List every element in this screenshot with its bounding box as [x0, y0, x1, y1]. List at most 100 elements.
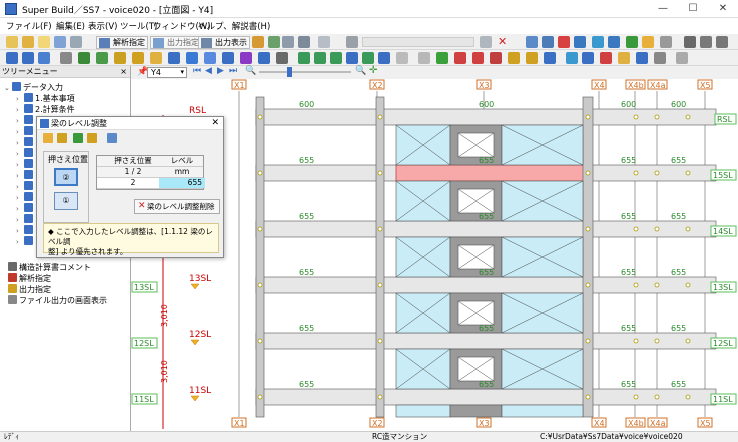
member-frame-icon[interactable] — [38, 52, 50, 64]
table-icon[interactable] — [276, 52, 288, 64]
print-preview-icon[interactable] — [70, 36, 82, 48]
column-member-icon[interactable] — [60, 52, 72, 64]
align-icon[interactable] — [378, 52, 390, 64]
frame-select[interactable]: Y4 ▾ — [147, 67, 187, 78]
tree-node-hidden-1[interactable]: › — [16, 115, 35, 125]
snap-icon[interactable] — [298, 52, 310, 64]
tree-node-hidden-8[interactable]: › — [16, 192, 35, 202]
tree-node-hidden-5[interactable]: › — [16, 159, 35, 169]
printer-icon[interactable] — [298, 36, 310, 48]
opening-member-icon[interactable] — [150, 52, 162, 64]
list-icon[interactable] — [282, 36, 294, 48]
menu-file[interactable]: ファイル(F) — [6, 20, 52, 32]
save-icon[interactable] — [54, 36, 66, 48]
load-case-icon[interactable] — [454, 52, 466, 64]
analysis-spec-button[interactable]: 解析指定 — [96, 36, 148, 49]
copy-icon[interactable] — [396, 52, 408, 64]
split-icon[interactable] — [684, 36, 696, 48]
new-icon[interactable] — [6, 36, 18, 48]
zoom-in-icon[interactable]: 🔍 — [355, 66, 366, 76]
tree-node-hidden-10[interactable]: › — [16, 214, 35, 224]
level-icon[interactable] — [346, 52, 358, 64]
pointer-icon[interactable] — [660, 36, 672, 48]
brace-member-icon[interactable] — [132, 52, 144, 64]
zoom-slider-thumb[interactable] — [287, 67, 292, 77]
tree-icon[interactable] — [608, 36, 620, 48]
rigid-icon[interactable] — [544, 52, 556, 64]
close-button[interactable]: ✕ — [708, 0, 738, 18]
tree-node-calc[interactable]: › 2.計算条件 — [16, 104, 75, 114]
prev-icon[interactable]: ◀ — [205, 66, 212, 76]
last-icon[interactable]: ⏭ — [229, 66, 237, 76]
selected-beam[interactable] — [395, 164, 585, 182]
red-tool-icon[interactable] — [472, 52, 484, 64]
cut-icon[interactable] — [418, 52, 430, 64]
menu-view[interactable]: 表示(V) — [88, 20, 117, 32]
grid-cell-position[interactable]: 2 — [107, 178, 159, 188]
first-icon[interactable]: ⏮ — [193, 66, 201, 76]
panel-icon[interactable] — [700, 36, 712, 48]
zoom-icon[interactable]: 🔍 — [245, 66, 256, 76]
undo-icon[interactable] — [346, 36, 358, 48]
tree-close-button[interactable]: × — [120, 66, 127, 78]
menu-help[interactable]: ヘルプ、解説書(H) — [198, 20, 270, 32]
slab-member-icon[interactable] — [114, 52, 126, 64]
material-icon[interactable] — [258, 52, 270, 64]
layout-icon[interactable] — [542, 36, 554, 48]
tree-node-hidden-3[interactable]: › — [16, 137, 35, 147]
next-icon[interactable]: ▶ — [217, 66, 224, 76]
minimize-button[interactable]: — — [648, 0, 678, 18]
menu-tools[interactable]: ツール(T) — [120, 20, 157, 32]
dialog-edit-icon[interactable] — [43, 133, 53, 143]
beam-member-icon[interactable] — [78, 52, 90, 64]
undo-history-field[interactable] — [362, 37, 474, 47]
support-icon[interactable] — [490, 52, 502, 64]
grid-cell-level[interactable]: 655 — [159, 178, 205, 188]
warning-icon[interactable] — [618, 52, 630, 64]
column-icon[interactable] — [716, 36, 728, 48]
filter-icon[interactable] — [654, 52, 666, 64]
dialog-green-icon[interactable] — [73, 133, 83, 143]
open-icon[interactable] — [22, 36, 34, 48]
mesh-icon[interactable] — [566, 52, 578, 64]
section-icon[interactable] — [240, 52, 252, 64]
output-spec-button[interactable]: 出力指定 — [150, 36, 202, 49]
zoom-slider[interactable] — [259, 71, 351, 73]
scale-icon[interactable] — [330, 52, 342, 64]
section-cut-icon[interactable] — [582, 52, 594, 64]
delete-level-button[interactable]: ✕ 梁のレベル調整削除 — [134, 199, 220, 214]
weight-icon[interactable] — [222, 52, 234, 64]
more-icon[interactable] — [676, 52, 688, 64]
tree-node-comment[interactable]: 構造計算書コメント — [8, 262, 91, 272]
folder-icon[interactable] — [38, 36, 50, 48]
tree-node-hidden-12[interactable]: › — [16, 236, 35, 246]
tree-node-analysis[interactable]: 解析指定 — [8, 273, 51, 283]
tree-node-hidden-11[interactable]: › — [16, 225, 35, 235]
info-icon[interactable] — [636, 52, 648, 64]
comment-icon[interactable] — [318, 36, 330, 48]
grid-icon[interactable] — [558, 36, 570, 48]
dialog-close-icon[interactable]: ✕ — [211, 117, 219, 130]
press-position-1-button[interactable]: ① — [54, 192, 78, 210]
output-display-button[interactable]: 出力表示 — [198, 36, 250, 49]
dialog-arrow-icon[interactable] — [87, 133, 97, 143]
delete-icon[interactable]: ✕ — [498, 35, 507, 48]
rotate-icon[interactable] — [314, 52, 326, 64]
menu-edit[interactable]: 編集(E) — [56, 20, 85, 32]
tree-node-hidden-6[interactable]: › — [16, 170, 35, 180]
load-icon[interactable] — [204, 52, 216, 64]
maximize-button[interactable]: ☐ — [678, 0, 708, 18]
dialog-table-icon[interactable] — [107, 133, 117, 143]
check-icon[interactable] — [268, 36, 280, 48]
tree-node-output[interactable]: 出力指定 — [8, 284, 51, 294]
error-icon[interactable] — [600, 52, 612, 64]
tree-node-hidden-2[interactable]: › — [16, 126, 35, 136]
edit-icon[interactable] — [252, 36, 264, 48]
tree-node-hidden-7[interactable]: › — [16, 181, 35, 191]
spring-icon[interactable] — [508, 52, 520, 64]
redo-icon[interactable] — [480, 36, 492, 48]
move-icon[interactable] — [626, 36, 638, 48]
foundation-icon[interactable] — [168, 52, 180, 64]
member-list-icon[interactable] — [22, 52, 34, 64]
join-icon[interactable] — [436, 52, 448, 64]
